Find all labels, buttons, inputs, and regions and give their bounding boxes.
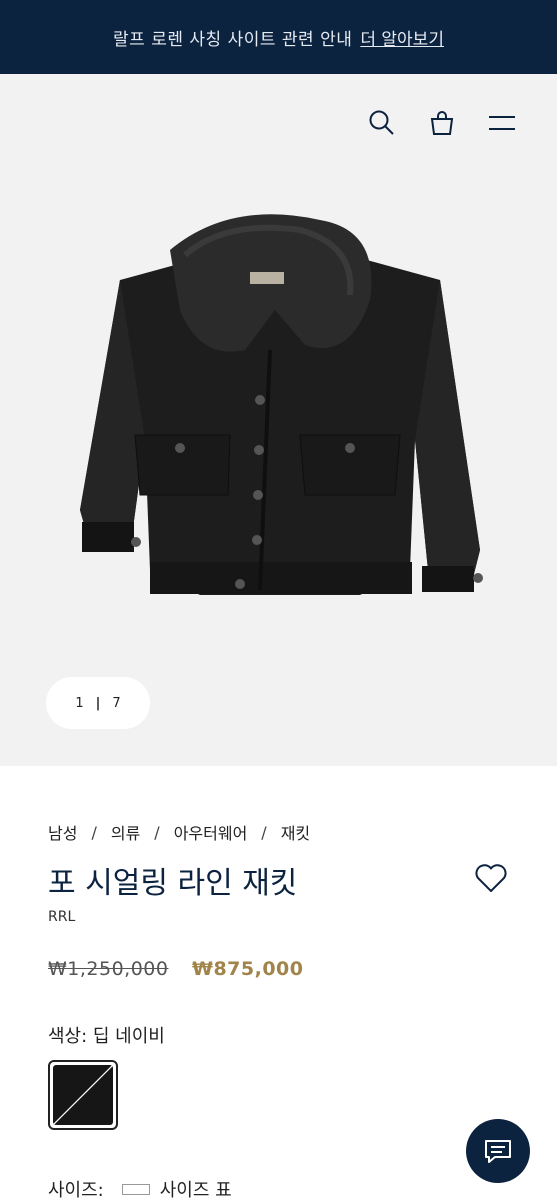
size-guide-label: 사이즈 표 <box>159 1180 232 1201</box>
search-icon[interactable] <box>367 108 397 138</box>
banner-text: 랄프 로렌 사칭 사이트 관련 안내 <box>113 29 353 50</box>
breadcrumb-separator: / <box>261 822 267 842</box>
banner-learn-more-link[interactable]: 더 알아보기 <box>360 25 444 50</box>
original-price: ₩1,250,000 <box>48 958 169 980</box>
breadcrumb-item[interactable]: 남성 <box>48 820 77 844</box>
color-label: 색상: 딥 네이비 <box>48 1026 165 1047</box>
breadcrumb-item[interactable]: 재킷 <box>281 820 310 844</box>
pager-total: 7 <box>112 695 121 711</box>
wishlist-heart-icon[interactable] <box>473 860 509 896</box>
size-label: 사이즈: <box>48 1180 104 1201</box>
ruler-icon <box>121 1183 150 1195</box>
size-guide-link[interactable]: 사이즈 표 <box>121 1176 232 1202</box>
chat-bubble-icon <box>485 1140 511 1163</box>
gallery-pager: 1 | 7 <box>46 677 150 729</box>
chat-button[interactable] <box>466 1119 530 1183</box>
sale-price: ₩875,000 <box>192 958 304 980</box>
breadcrumb-item[interactable]: 의류 <box>111 820 140 844</box>
breadcrumb: 남성 / 의류 / 아우터웨어 / 재킷 <box>48 820 310 844</box>
breadcrumb-item[interactable]: 아우터웨어 <box>174 820 248 844</box>
header-actions <box>367 108 517 138</box>
announcement-banner: 랄프 로렌 사칭 사이트 관련 안내 더 알아보기 <box>0 0 557 74</box>
color-swatch-deep-navy[interactable] <box>48 1060 118 1130</box>
product-brand: RRL <box>48 909 76 925</box>
size-row: 사이즈: 사이즈 표 <box>48 1176 232 1202</box>
bag-icon[interactable] <box>427 108 457 138</box>
product-title: 포 시얼링 라인 재킷 <box>48 866 298 901</box>
breadcrumb-separator: / <box>154 822 160 842</box>
product-image-jacket[interactable] <box>60 210 500 640</box>
breadcrumb-separator: / <box>91 822 97 842</box>
pager-current: 1 <box>75 695 84 711</box>
pager-separator: | <box>95 695 101 711</box>
menu-icon[interactable] <box>487 108 517 138</box>
